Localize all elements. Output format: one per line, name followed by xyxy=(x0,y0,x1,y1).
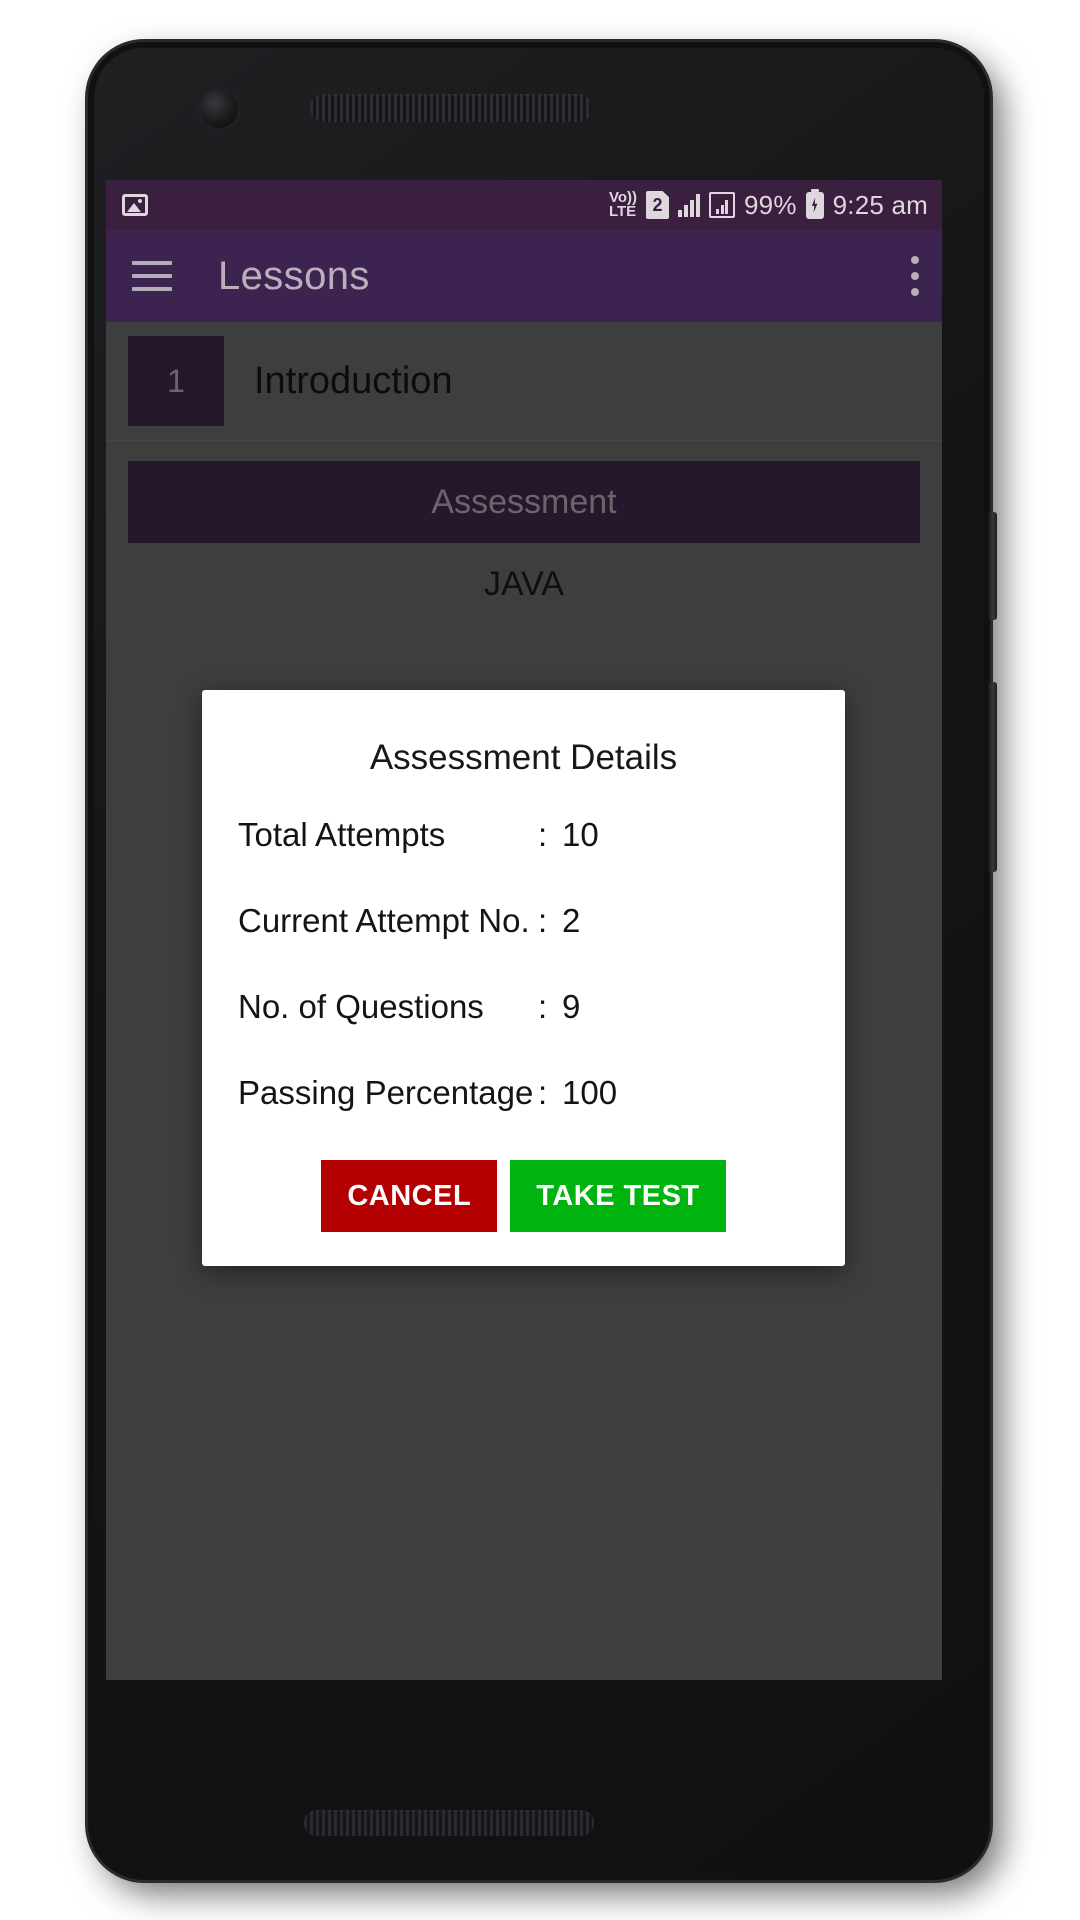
bottom-speaker-grille xyxy=(304,1810,594,1836)
detail-row: No. of Questions : 9 xyxy=(202,988,845,1026)
dialog-actions: CANCEL TAKE TEST xyxy=(202,1160,845,1244)
take-test-button[interactable]: TAKE TEST xyxy=(510,1160,726,1232)
lessons-content: 1 Introduction Assessment JAVA Assessmen… xyxy=(106,322,942,1680)
volte-line-2: LTE xyxy=(608,203,637,220)
detail-value: 2 xyxy=(562,902,581,939)
phone-screen: Vo)) LTE 2 99% 9:25 am Lessons 1 Introdu… xyxy=(106,180,942,1680)
detail-label: Total Attempts xyxy=(238,816,446,853)
clock-label: 9:25 am xyxy=(832,189,928,220)
cancel-button[interactable]: CANCEL xyxy=(321,1160,498,1232)
status-bar-left xyxy=(122,194,148,216)
image-notification-icon xyxy=(122,194,148,216)
detail-row: Total Attempts : 10 xyxy=(202,816,845,854)
detail-label: No. of Questions xyxy=(238,988,484,1025)
detail-value: 100 xyxy=(562,1074,618,1111)
sim-slot-badge: 2 xyxy=(646,191,669,219)
detail-separator: : xyxy=(538,816,548,853)
page-title: Lessons xyxy=(218,253,370,298)
detail-row: Passing Percentage : 100 xyxy=(202,1074,845,1112)
detail-label: Current Attempt No. xyxy=(238,902,530,939)
hamburger-menu-icon[interactable] xyxy=(132,261,172,291)
detail-label: Passing Percentage xyxy=(238,1074,534,1111)
detail-separator: : xyxy=(538,988,548,1025)
detail-value: 9 xyxy=(562,988,581,1025)
volte-icon: Vo)) LTE xyxy=(608,190,637,220)
app-bar: Lessons xyxy=(106,230,942,322)
dialog-title: Assessment Details xyxy=(369,738,678,777)
power-button[interactable] xyxy=(988,512,997,620)
detail-row: Current Attempt No. : 2 xyxy=(202,902,845,940)
front-camera-icon xyxy=(200,90,238,128)
signal-bars-icon xyxy=(678,193,700,217)
data-signal-icon xyxy=(709,192,735,218)
detail-value: 10 xyxy=(562,816,599,853)
detail-separator: : xyxy=(538,1074,548,1111)
status-bar: Vo)) LTE 2 99% 9:25 am xyxy=(106,180,942,230)
more-vertical-icon[interactable] xyxy=(910,256,920,296)
earpiece-speaker-grille xyxy=(310,94,592,122)
status-bar-right: Vo)) LTE 2 99% 9:25 am xyxy=(609,190,928,221)
volume-rocker-button[interactable] xyxy=(988,682,997,872)
battery-percent-label: 99% xyxy=(744,189,797,220)
detail-separator: : xyxy=(538,902,548,939)
battery-charging-icon xyxy=(805,191,824,219)
phone-device-frame: Vo)) LTE 2 99% 9:25 am Lessons 1 Introdu… xyxy=(88,42,997,1880)
assessment-details-dialog: Assessment Details Total Attempts : 10 C… xyxy=(202,690,845,1266)
